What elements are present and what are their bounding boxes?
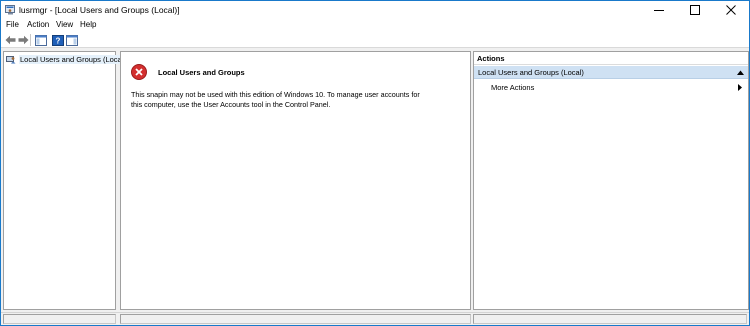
more-actions-label: More Actions bbox=[491, 83, 535, 92]
tree-item-label: Local Users and Groups (Local) bbox=[19, 55, 127, 64]
error-icon bbox=[131, 64, 147, 80]
menu-help[interactable]: Help bbox=[80, 20, 96, 29]
actions-group-local-users-and-groups[interactable]: Local Users and Groups (Local) bbox=[474, 66, 748, 79]
error-title: Local Users and Groups bbox=[158, 68, 245, 77]
status-segment-left bbox=[3, 314, 116, 324]
actions-header-label: Actions bbox=[477, 54, 505, 63]
results-pane: Local Users and Groups This snapin may n… bbox=[120, 51, 471, 310]
status-segment-center bbox=[120, 314, 471, 324]
help-icon[interactable]: ? bbox=[52, 34, 64, 46]
more-actions-item[interactable]: More Actions bbox=[474, 81, 748, 94]
svg-text:?: ? bbox=[56, 36, 61, 45]
show-hide-action-pane-icon[interactable] bbox=[66, 34, 78, 46]
show-hide-console-tree-icon[interactable] bbox=[35, 34, 47, 46]
back-arrow-icon[interactable] bbox=[4, 34, 16, 46]
submenu-arrow-icon bbox=[738, 84, 742, 91]
menu-action[interactable]: Action bbox=[27, 20, 49, 29]
maximize-button[interactable] bbox=[677, 1, 713, 19]
actions-group-label: Local Users and Groups (Local) bbox=[478, 68, 584, 77]
forward-arrow-icon[interactable] bbox=[17, 34, 29, 46]
menu-file[interactable]: File bbox=[6, 20, 19, 29]
status-bar bbox=[1, 312, 749, 325]
status-segment-right bbox=[473, 314, 747, 324]
actions-header: Actions bbox=[474, 52, 748, 65]
toolbar: ? bbox=[1, 32, 749, 48]
users-computer-icon bbox=[6, 56, 16, 64]
menu-view[interactable]: View bbox=[56, 20, 73, 29]
console-tree-pane: Local Users and Groups (Local) bbox=[3, 51, 127, 310]
lusrmgr-app-icon[interactable] bbox=[5, 4, 16, 15]
mmc-window: lusrmgr - [Local Users and Groups (Local… bbox=[0, 0, 750, 326]
title-bar[interactable]: lusrmgr - [Local Users and Groups (Local… bbox=[1, 1, 749, 19]
minimize-button[interactable] bbox=[641, 1, 677, 19]
error-message: This snapin may not be used with this ed… bbox=[131, 90, 420, 109]
menu-bar: File Action View Help bbox=[1, 19, 749, 32]
window-title: lusrmgr - [Local Users and Groups (Local… bbox=[19, 5, 180, 15]
toolbar-separator bbox=[30, 34, 31, 46]
collapse-arrow-icon[interactable] bbox=[737, 70, 744, 75]
actions-pane: Actions Local Users and Groups (Local) M… bbox=[473, 51, 749, 310]
tree-item-local-users-and-groups[interactable]: Local Users and Groups (Local) bbox=[6, 54, 127, 65]
close-button[interactable] bbox=[713, 1, 749, 19]
